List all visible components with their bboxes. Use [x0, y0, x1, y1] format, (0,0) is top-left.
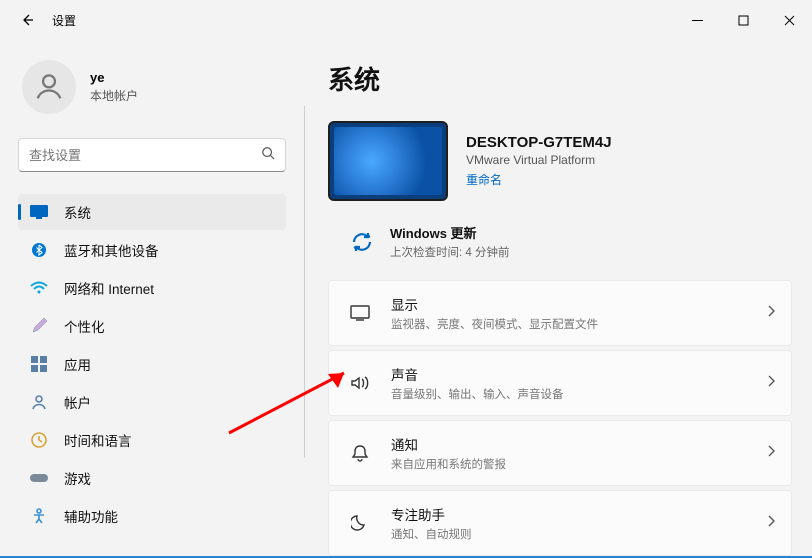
- minimize-icon: [692, 15, 703, 26]
- update-sub: 上次检查时间: 4 分钟前: [390, 244, 509, 260]
- close-icon: [784, 15, 795, 26]
- main-pane: 系统 DESKTOP-G7TEM4J VMware Virtual Platfo…: [300, 40, 812, 558]
- wifi-icon: [30, 279, 48, 297]
- nav-label: 系统: [64, 202, 91, 222]
- profile-name: ye: [90, 70, 138, 85]
- nav-label: 时间和语言: [64, 430, 132, 450]
- chevron-right-icon: [767, 514, 775, 532]
- nav-item-network[interactable]: 网络和 Internet: [18, 270, 286, 306]
- nav-label: 辅助功能: [64, 506, 118, 526]
- nav-label: 网络和 Internet: [64, 278, 154, 298]
- nav-item-bluetooth[interactable]: 蓝牙和其他设备: [18, 232, 286, 268]
- chevron-right-icon: [767, 374, 775, 392]
- card-title: 声音: [391, 364, 767, 384]
- account-icon: [30, 393, 48, 411]
- gamepad-icon: [30, 469, 48, 487]
- minimize-button[interactable]: [674, 4, 720, 36]
- display-icon: [349, 305, 371, 321]
- desktop-thumbnail[interactable]: [328, 121, 448, 201]
- nav-item-system[interactable]: 系统: [18, 194, 286, 230]
- device-name: DESKTOP-G7TEM4J: [466, 134, 612, 151]
- arrow-left-icon: [19, 12, 35, 28]
- nav-item-accessibility[interactable]: 辅助功能: [18, 498, 286, 534]
- nav-item-apps[interactable]: 应用: [18, 346, 286, 382]
- device-row: DESKTOP-G7TEM4J VMware Virtual Platform …: [328, 121, 792, 201]
- nav-label: 帐户: [64, 392, 91, 412]
- card-sub: 通知、自动规则: [391, 526, 767, 542]
- nav-item-time-lang[interactable]: 时间和语言: [18, 422, 286, 458]
- search-input[interactable]: [29, 148, 261, 163]
- update-title: Windows 更新: [390, 223, 509, 242]
- nav-label: 个性化: [64, 316, 105, 336]
- moon-icon: [349, 514, 371, 532]
- apps-icon: [30, 355, 48, 373]
- card-title: 显示: [391, 294, 767, 314]
- monitor-icon: [30, 203, 48, 221]
- maximize-icon: [738, 15, 749, 26]
- card-sub: 音量级别、输出、输入、声音设备: [391, 386, 767, 402]
- card-sub: 监视器、亮度、夜间模式、显示配置文件: [391, 316, 767, 332]
- window-title: 设置: [52, 12, 76, 29]
- bell-icon: [349, 444, 371, 462]
- person-icon: [32, 70, 66, 104]
- clock-icon: [30, 431, 48, 449]
- device-platform: VMware Virtual Platform: [466, 153, 612, 167]
- bluetooth-icon: [30, 241, 48, 259]
- card-focus-assist[interactable]: 专注助手 通知、自动规则: [328, 490, 792, 556]
- accessibility-icon: [30, 507, 48, 525]
- avatar: [22, 60, 76, 114]
- brush-icon: [30, 317, 48, 335]
- page-title: 系统: [328, 60, 792, 97]
- windows-update-row[interactable]: Windows 更新 上次检查时间: 4 分钟前: [328, 223, 792, 270]
- close-button[interactable]: [766, 4, 812, 36]
- update-icon: [348, 228, 376, 256]
- rename-link[interactable]: 重命名: [466, 171, 502, 188]
- card-display[interactable]: 显示 监视器、亮度、夜间模式、显示配置文件: [328, 280, 792, 346]
- profile-subtitle: 本地帐户: [90, 87, 138, 104]
- nav-list: 系统 蓝牙和其他设备 网络和 Internet 个性化 应用 帐户: [18, 194, 286, 534]
- chevron-right-icon: [767, 444, 775, 462]
- card-sub: 来自应用和系统的警报: [391, 456, 767, 472]
- card-title: 通知: [391, 434, 767, 454]
- card-sound[interactable]: 声音 音量级别、输出、输入、声音设备: [328, 350, 792, 416]
- search-icon: [261, 146, 275, 165]
- maximize-button[interactable]: [720, 4, 766, 36]
- sidebar: ye 本地帐户 系统 蓝牙和其他设备 网络和 Internet: [0, 40, 300, 558]
- profile-block[interactable]: ye 本地帐户: [18, 40, 286, 138]
- back-button[interactable]: [12, 5, 42, 35]
- nav-item-personalize[interactable]: 个性化: [18, 308, 286, 344]
- card-title: 专注助手: [391, 504, 767, 524]
- window-controls: [674, 4, 812, 36]
- nav-item-gaming[interactable]: 游戏: [18, 460, 286, 496]
- nav-item-accounts[interactable]: 帐户: [18, 384, 286, 420]
- nav-label: 应用: [64, 354, 91, 374]
- divider: [304, 106, 305, 458]
- chevron-right-icon: [767, 304, 775, 322]
- nav-label: 蓝牙和其他设备: [64, 240, 159, 260]
- settings-cards: 显示 监视器、亮度、夜间模式、显示配置文件 声音 音量级别、输出、输入、声音设备…: [328, 280, 792, 556]
- nav-label: 游戏: [64, 468, 91, 488]
- sound-icon: [349, 375, 371, 391]
- titlebar: 设置: [0, 0, 812, 40]
- card-notifications[interactable]: 通知 来自应用和系统的警报: [328, 420, 792, 486]
- search-input-wrap[interactable]: [18, 138, 286, 172]
